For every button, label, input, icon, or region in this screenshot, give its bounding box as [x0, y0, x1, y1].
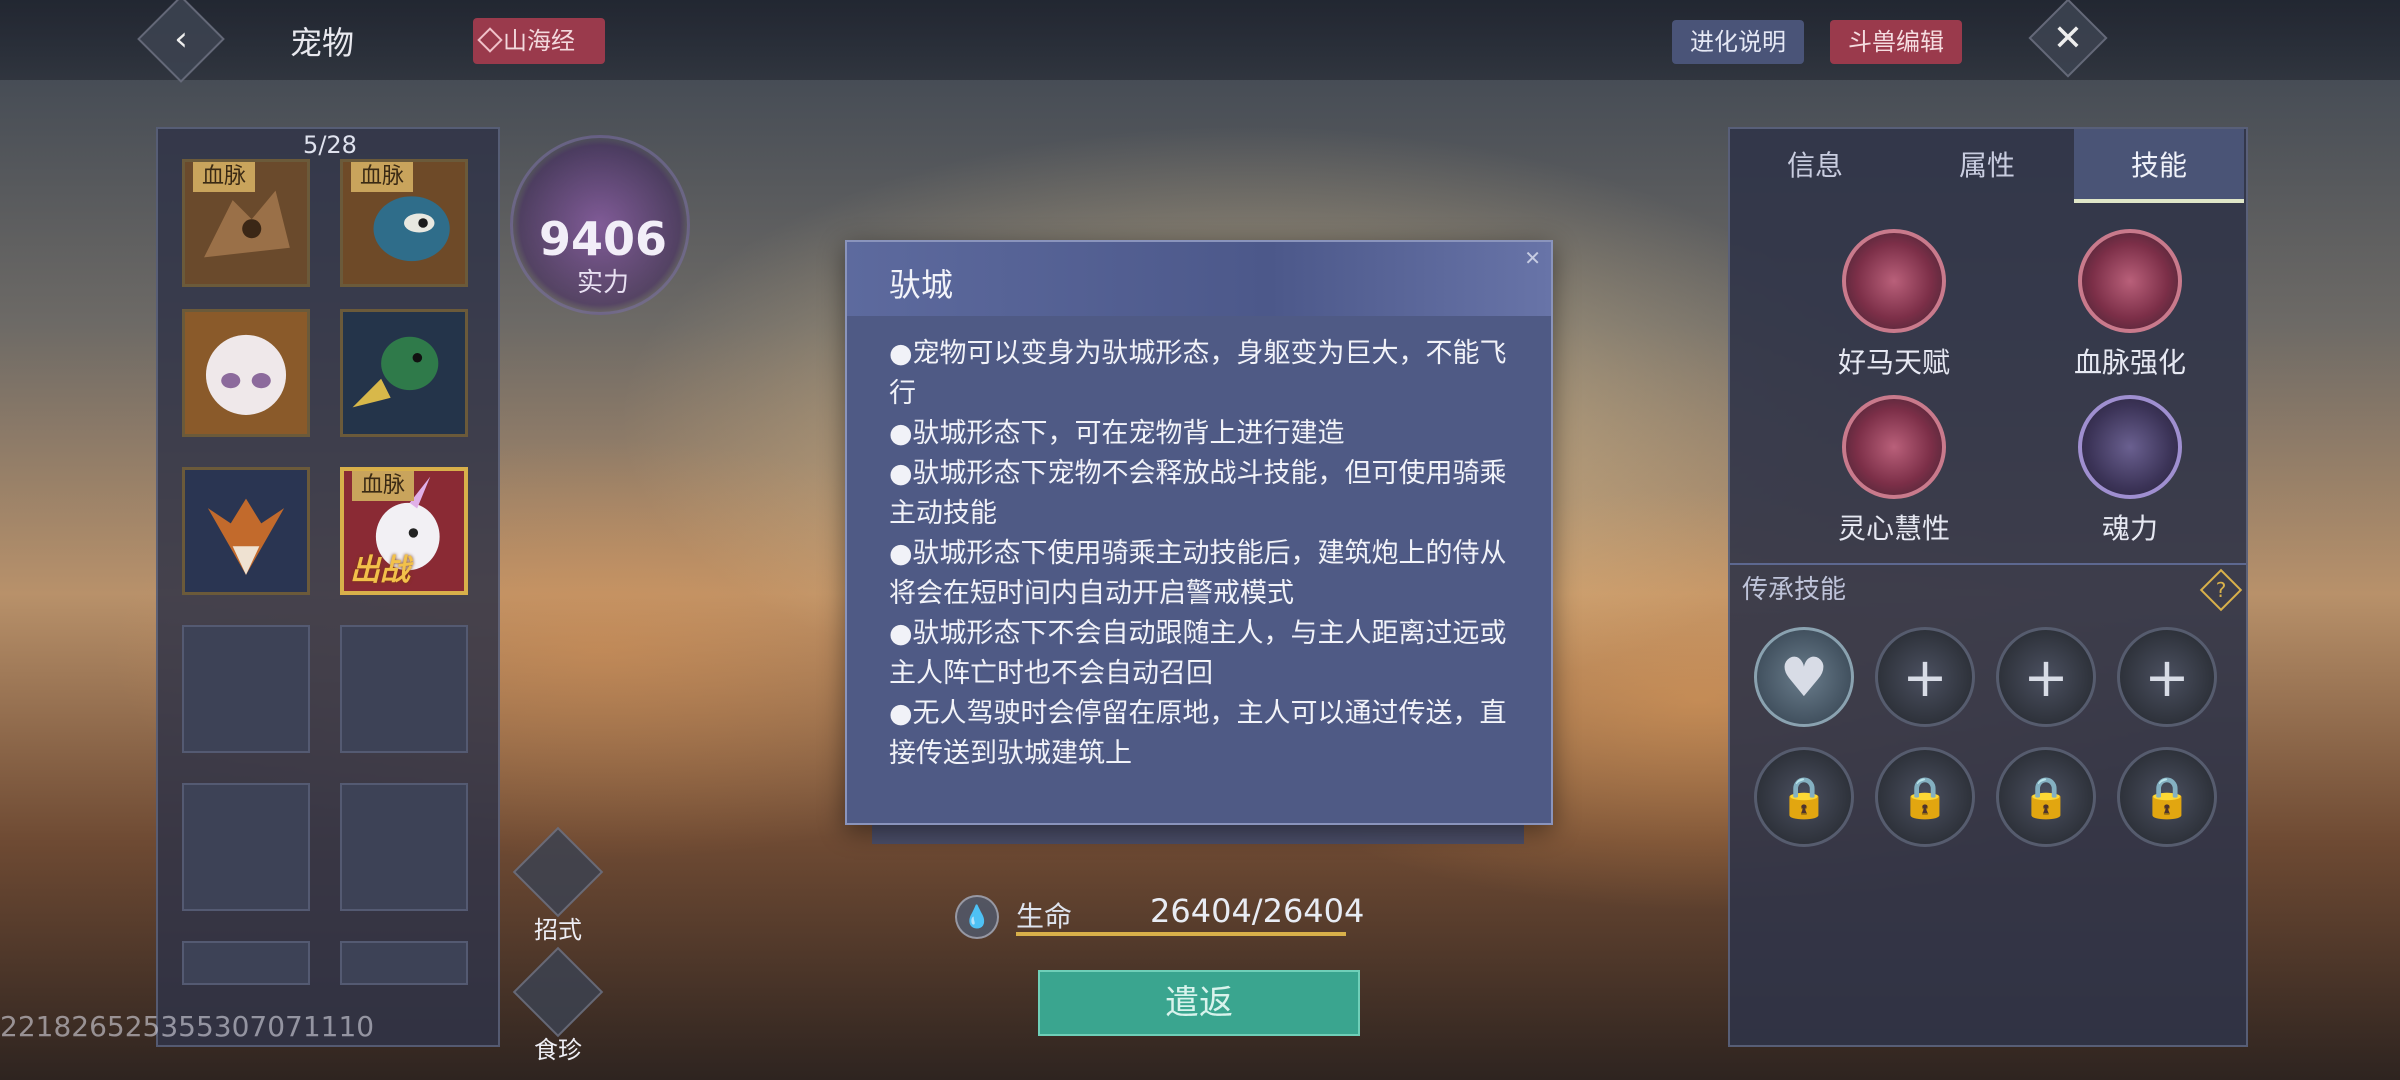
bloodline-tag: 血脉: [352, 471, 414, 501]
user-id: 221826525355307071110: [0, 1010, 375, 1043]
modal-title: 驮城: [889, 266, 954, 304]
dismiss-button[interactable]: 遣返: [1038, 970, 1360, 1036]
skill-item[interactable]: 好马天赋: [1814, 229, 1974, 381]
modal-line: ●驮城形态下使用骑乘主动技能后，建筑炮上的侍从将会在短时间内自动开启警戒模式: [889, 538, 1507, 609]
lock-icon[interactable]: 🔒: [2117, 747, 2217, 847]
drop-icon: 💧: [955, 895, 999, 939]
hp-label: 生命: [1016, 900, 1073, 933]
shanhai-button[interactable]: 山海经: [473, 18, 605, 64]
modal-line: ●宠物可以变身为驮城形态，身躯变为巨大，不能飞行: [889, 338, 1507, 409]
modal-line: ●驮城形态下宠物不会释放战斗技能，但可使用骑乘主动技能: [889, 458, 1507, 529]
shanhai-label: 山海经: [503, 27, 575, 55]
pet-portrait-fox: [185, 470, 307, 592]
lock-icon[interactable]: 🔒: [1996, 747, 2096, 847]
inherit-skills-title: 传承技能: [1742, 575, 1847, 605]
add-skill-button[interactable]: +: [1875, 627, 1975, 727]
lock-icon[interactable]: 🔒: [1875, 747, 1975, 847]
pet-portrait-spirit: [185, 312, 307, 434]
pet-slot[interactable]: [182, 309, 310, 437]
tab-skills[interactable]: 技能: [2074, 129, 2244, 203]
power-value: 9406: [538, 212, 668, 266]
lock-icon[interactable]: 🔒: [1754, 747, 1854, 847]
divider: [1730, 563, 2246, 565]
power-badge: 9406 实力: [510, 135, 690, 315]
empty-pet-slot[interactable]: [182, 941, 310, 985]
modal-header: 驮城 ✕: [847, 242, 1551, 316]
modal-line: ●无人驾驶时会停留在原地，主人可以通过传送，直接传送到驮城建筑上: [889, 698, 1507, 769]
skill-panel: 信息 属性 技能 好马天赋 血脉强化 灵心慧性 魂力 传承技能 ? ♥ + + …: [1728, 127, 2248, 1047]
pet-slot-deployed[interactable]: 血脉 出战: [340, 467, 468, 595]
help-icon: ?: [2215, 578, 2227, 602]
modal-body: ●宠物可以变身为驮城形态，身躯变为巨大，不能飞行 ●驮城形态下，可在宠物背上进行…: [889, 334, 1509, 774]
pet-slot[interactable]: [182, 467, 310, 595]
skill-name: 灵心慧性: [1837, 512, 1950, 545]
pet-count: 5/28: [303, 131, 357, 159]
hp-bar: [1016, 932, 1346, 936]
spirit-icon: [1842, 395, 1946, 499]
close-icon: ✕: [2052, 17, 2084, 59]
power-label: 实力: [576, 268, 629, 298]
bloodline-tag: 血脉: [193, 162, 255, 192]
empty-pet-slot[interactable]: [182, 625, 310, 753]
empty-pet-slot[interactable]: [182, 783, 310, 911]
fox-mask-icon: [512, 826, 604, 918]
empty-pet-slot[interactable]: [340, 625, 468, 753]
soul-icon: [2078, 395, 2182, 499]
pet-slot[interactable]: [340, 309, 468, 437]
pet-slot[interactable]: 血脉: [182, 159, 310, 287]
evolution-info-button[interactable]: 进化说明: [1672, 20, 1804, 64]
pet-list-panel: 5/28 血脉 血脉 血脉 出战: [156, 127, 500, 1047]
tab-info[interactable]: 信息: [1730, 129, 1900, 203]
horse-icon: [1842, 229, 1946, 333]
food-button[interactable]: 食珍: [512, 946, 604, 1065]
tab-attributes[interactable]: 属性: [1902, 129, 2072, 203]
skill-name: 好马天赋: [1837, 346, 1950, 379]
moves-button[interactable]: 招式: [512, 826, 604, 945]
skill-item[interactable]: 魂力: [2050, 395, 2210, 547]
skill-item[interactable]: 灵心慧性: [1814, 395, 1974, 547]
hp-value: 26404/26404: [1150, 892, 1365, 930]
skill-name: 血脉强化: [2073, 346, 2186, 379]
bloodline-tag: 血脉: [351, 162, 413, 192]
empty-pet-slot[interactable]: [340, 941, 468, 985]
modal-line: ●驮城形态下，可在宠物背上进行建造: [889, 418, 1345, 449]
page-title: 宠物: [290, 24, 355, 62]
pet-portrait-duck: [343, 312, 465, 434]
add-skill-button[interactable]: +: [1996, 627, 2096, 727]
modal-line: ●驮城形态下不会自动跟随主人，与主人距离过远或主人阵亡时也不会自动召回: [889, 618, 1507, 689]
close-icon[interactable]: ✕: [1524, 246, 1541, 270]
deployed-tag: 出战: [350, 553, 410, 588]
food-icon: [512, 946, 604, 1038]
pet-slot[interactable]: 血脉: [340, 159, 468, 287]
skill-item[interactable]: 血脉强化: [2050, 229, 2210, 381]
empty-pet-slot[interactable]: [340, 783, 468, 911]
help-button[interactable]: ?: [2199, 568, 2243, 612]
heart-skill-icon[interactable]: ♥: [1754, 627, 1854, 727]
skill-name: 魂力: [2101, 512, 2158, 545]
add-skill-button[interactable]: +: [2117, 627, 2217, 727]
beast-edit-button[interactable]: 斗兽编辑: [1830, 20, 1962, 64]
diamond-icon: [477, 27, 503, 53]
info-modal: 驮城 ✕ ●宠物可以变身为驮城形态，身躯变为巨大，不能飞行 ●驮城形态下，可在宠…: [845, 240, 1553, 825]
bloodline-icon: [2078, 229, 2182, 333]
chevron-left-icon: ‹: [174, 19, 188, 59]
